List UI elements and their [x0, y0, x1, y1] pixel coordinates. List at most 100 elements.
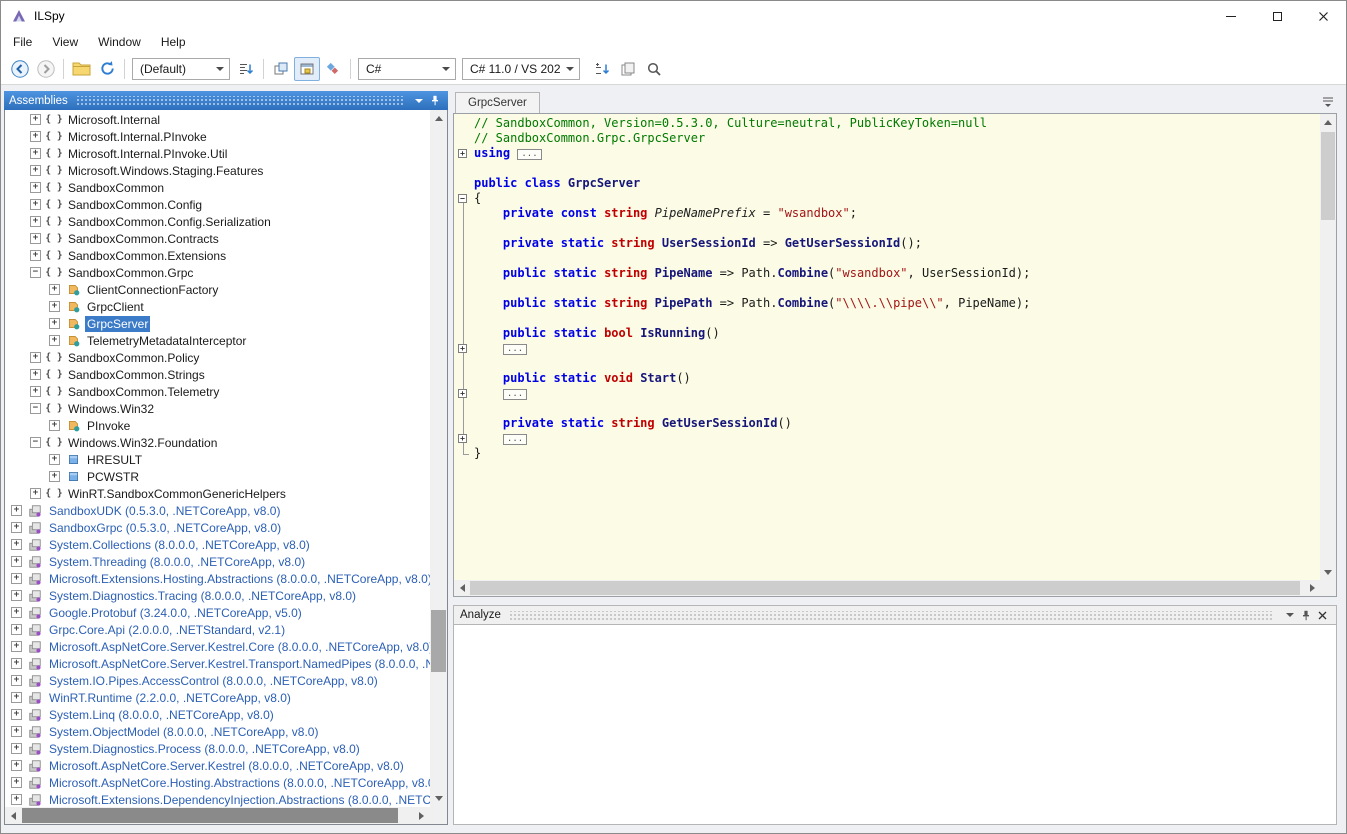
collapsed-code-icon[interactable]: ... [502, 434, 528, 445]
tree-item[interactable]: + Microsoft.Extensions.DependencyInjectio… [5, 791, 430, 807]
back-button[interactable] [7, 57, 33, 81]
expand-icon[interactable]: + [49, 420, 60, 431]
menu-view[interactable]: View [42, 31, 88, 53]
code-horizontal-scrollbar[interactable] [454, 580, 1320, 596]
menu-help[interactable]: Help [151, 31, 196, 53]
scroll-left-button[interactable] [454, 580, 470, 596]
tree-item[interactable]: + { } SandboxCommon.Config [5, 196, 430, 213]
expand-icon[interactable]: + [11, 743, 22, 754]
expand-icon[interactable]: + [11, 692, 22, 703]
expand-icon[interactable]: + [11, 556, 22, 567]
assemblies-panel-header[interactable]: Assemblies [4, 91, 448, 110]
expand-icon[interactable]: + [30, 369, 41, 380]
tree-item[interactable]: + { } SandboxCommon.Policy [5, 349, 430, 366]
tree-item[interactable]: + { } SandboxCommon.Contracts [5, 230, 430, 247]
tree-item[interactable]: + Microsoft.AspNetCore.Hosting.Abstractio… [5, 774, 430, 791]
collapse-icon[interactable]: − [30, 267, 41, 278]
tree-item[interactable]: + Microsoft.AspNetCore.Server.Kestrel (8.… [5, 757, 430, 774]
tree-item[interactable]: + Grpc.Core.Api (2.0.0.0, .NETStandard, v… [5, 621, 430, 638]
tree-item[interactable]: + System.Threading (8.0.0.0, .NETCoreApp,… [5, 553, 430, 570]
tree-item[interactable]: + { } SandboxCommon.Telemetry [5, 383, 430, 400]
tree-item[interactable]: + System.Diagnostics.Process (8.0.0.0, .N… [5, 740, 430, 757]
tree-item[interactable]: + System.Diagnostics.Tracing (8.0.0.0, .N… [5, 587, 430, 604]
panel-menu-button[interactable] [1282, 608, 1298, 623]
tree-item[interactable]: + { } SandboxCommon.Config.Serialization [5, 213, 430, 230]
expand-icon[interactable]: + [30, 352, 41, 363]
reload-button[interactable] [94, 57, 120, 81]
assembly-list-select[interactable]: (Default) [132, 57, 230, 80]
expand-icon[interactable]: + [49, 335, 60, 346]
collapse-icon[interactable]: − [30, 437, 41, 448]
tab-grpcserver[interactable]: GrpcServer [455, 92, 540, 113]
expand-icon[interactable]: + [11, 573, 22, 584]
compiler-version-select[interactable]: C# 11.0 / VS 202 [462, 57, 580, 80]
collapse-icon[interactable]: − [30, 403, 41, 414]
expand-icon[interactable]: + [49, 454, 60, 465]
expand-icon[interactable]: + [11, 590, 22, 601]
tree-vertical-scrollbar[interactable] [430, 110, 447, 807]
open-file-button[interactable] [68, 57, 94, 81]
metadata-view-button[interactable] [320, 57, 346, 81]
expand-icon[interactable]: + [30, 386, 41, 397]
language-select[interactable]: C# [358, 57, 456, 80]
window-list-button[interactable] [1321, 94, 1335, 113]
search-button[interactable] [641, 57, 667, 81]
expand-icon[interactable]: + [11, 726, 22, 737]
expand-icon[interactable]: + [11, 709, 22, 720]
tree-item[interactable]: + { } WinRT.SandboxCommonGenericHelpers [5, 485, 430, 502]
collapsed-code-icon[interactable]: ... [517, 149, 542, 160]
tree-item[interactable]: −{ } SandboxCommon.Grpc [5, 264, 430, 281]
close-button[interactable] [1300, 1, 1346, 31]
expand-icon[interactable]: + [30, 216, 41, 227]
forward-button[interactable] [33, 57, 59, 81]
analyze-panel-header[interactable]: Analyze [453, 605, 1337, 625]
code-vscroll-thumb[interactable] [1321, 132, 1335, 220]
tree-item[interactable]: + HRESULT [5, 451, 430, 468]
tree-item[interactable]: + PInvoke [5, 417, 430, 434]
tree-item[interactable]: + { } SandboxCommon.Strings [5, 366, 430, 383]
expand-icon[interactable]: + [30, 233, 41, 244]
tree-item[interactable]: + TelemetryMetadataInterceptor [5, 332, 430, 349]
expand-icon[interactable]: + [49, 318, 60, 329]
expand-icon[interactable]: + [30, 199, 41, 210]
tree-item[interactable]: + { } Microsoft.Internal [5, 111, 430, 128]
scroll-right-button[interactable] [413, 807, 430, 824]
tree-item[interactable]: + { } Microsoft.Windows.Staging.Features [5, 162, 430, 179]
tree-item[interactable]: + PCWSTR [5, 468, 430, 485]
tree-item[interactable]: + { } Microsoft.Internal.PInvoke [5, 128, 430, 145]
expand-icon[interactable]: + [11, 607, 22, 618]
code-editor[interactable]: // SandboxCommon, Version=0.5.3.0, Cultu… [453, 113, 1337, 597]
expand-icon[interactable]: + [30, 250, 41, 261]
tree-item[interactable]: + Google.Protobuf (3.24.0.0, .NETCoreApp,… [5, 604, 430, 621]
close-panel-button[interactable] [1314, 608, 1330, 623]
tree-item[interactable]: + System.ObjectModel (8.0.0.0, .NETCoreAp… [5, 723, 430, 740]
pin-button[interactable] [427, 93, 443, 108]
expand-icon[interactable]: + [11, 624, 22, 635]
expand-icon[interactable]: + [30, 488, 41, 499]
fold-expand-icon[interactable]: + [456, 431, 474, 446]
expand-icon[interactable]: + [11, 794, 22, 805]
menu-window[interactable]: Window [88, 31, 151, 53]
tree-item[interactable]: + Microsoft.Extensions.Hosting.Abstractio… [5, 570, 430, 587]
api-visibility-toggle[interactable] [294, 56, 320, 81]
tree-item[interactable]: + SandboxGrpc (0.5.3.0, .NETCoreApp, v8.0… [5, 519, 430, 536]
expand-icon[interactable]: + [30, 165, 41, 176]
tree-item[interactable]: + { } SandboxCommon [5, 179, 430, 196]
scroll-up-button[interactable] [430, 110, 447, 127]
fold-expand-icon[interactable]: + [456, 146, 474, 161]
tree-item[interactable]: + System.IO.Pipes.AccessControl (8.0.0.0,… [5, 672, 430, 689]
tree-item[interactable]: + Microsoft.AspNetCore.Server.Kestrel.Cor… [5, 638, 430, 655]
sort-members-button[interactable] [589, 57, 615, 81]
scroll-down-button[interactable] [1320, 564, 1336, 580]
tree-item[interactable]: + GrpcServer [5, 315, 430, 332]
tree-item[interactable]: + ClientConnectionFactory [5, 281, 430, 298]
tree-item[interactable]: −{ } Windows.Win32 [5, 400, 430, 417]
expand-icon[interactable]: + [11, 675, 22, 686]
tree-item[interactable]: + { } Microsoft.Internal.PInvoke.Util [5, 145, 430, 162]
tree-horizontal-scrollbar[interactable] [5, 807, 430, 824]
tree-hscroll-thumb[interactable] [22, 808, 398, 823]
tree-item[interactable]: + { } SandboxCommon.Extensions [5, 247, 430, 264]
collapsed-code-icon[interactable]: ... [502, 389, 528, 400]
expand-icon[interactable]: + [30, 114, 41, 125]
expand-icon[interactable]: + [11, 539, 22, 550]
